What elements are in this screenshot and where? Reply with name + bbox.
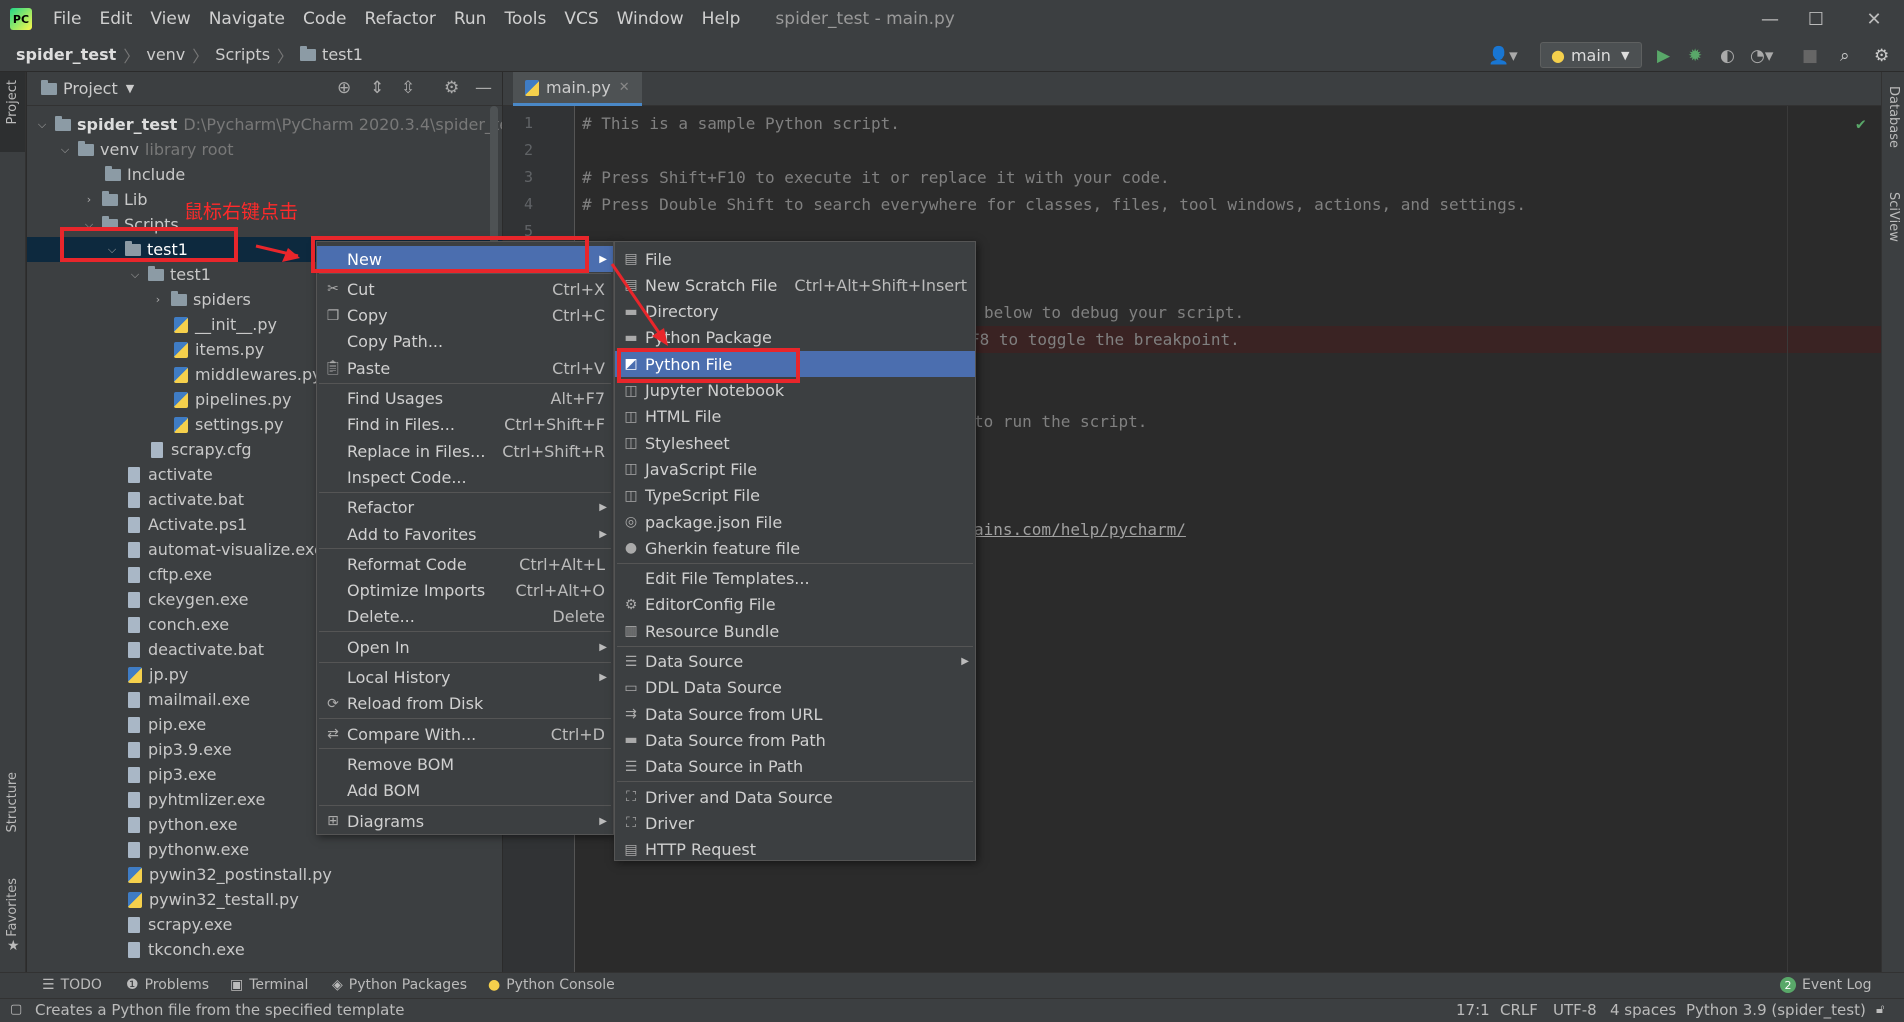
event-count-badge: 2 xyxy=(1780,977,1796,993)
python-interpreter[interactable]: Python 3.9 (spider_test) xyxy=(1686,1001,1866,1019)
terminal-icon: ▣ xyxy=(230,977,244,993)
todo-tool-button[interactable]: ☰ TODO xyxy=(42,977,102,993)
info-icon: ❶ xyxy=(126,977,139,993)
status-bar: ▢ Creates a Python file from the specifi… xyxy=(0,998,1904,1022)
lock-icon[interactable]: 🔓︎ xyxy=(1876,1002,1884,1017)
event-log-tool-button[interactable]: 2 Event Log xyxy=(1780,977,1872,993)
problems-tool-button[interactable]: ❶ Problems xyxy=(126,977,209,993)
tool-window-bar: ☰ TODO ❶ Problems ▣ Terminal ◈ Python Packag… xyxy=(0,972,1904,998)
packages-icon: ◈ xyxy=(332,977,343,993)
python-icon: ● xyxy=(488,977,501,993)
annotation-arrow xyxy=(610,263,666,341)
python-packages-tool-button[interactable]: ◈ Python Packages xyxy=(332,977,467,993)
status-message: Creates a Python file from the specified… xyxy=(35,1001,405,1019)
annotation-arrowhead xyxy=(652,328,668,346)
caret-position[interactable]: 17:1 xyxy=(1456,1001,1490,1019)
layout-icon[interactable]: ▢ xyxy=(10,1002,22,1017)
indent-setting[interactable]: 4 spaces xyxy=(1610,1001,1676,1019)
terminal-tool-button[interactable]: ▣ Terminal xyxy=(230,977,308,993)
line-separator[interactable]: CRLF xyxy=(1500,1001,1538,1019)
file-encoding[interactable]: UTF-8 xyxy=(1553,1001,1597,1019)
annotation-arrows xyxy=(255,244,668,346)
list-icon: ☰ xyxy=(42,977,55,993)
python-console-tool-button[interactable]: ● Python Console xyxy=(488,977,615,993)
